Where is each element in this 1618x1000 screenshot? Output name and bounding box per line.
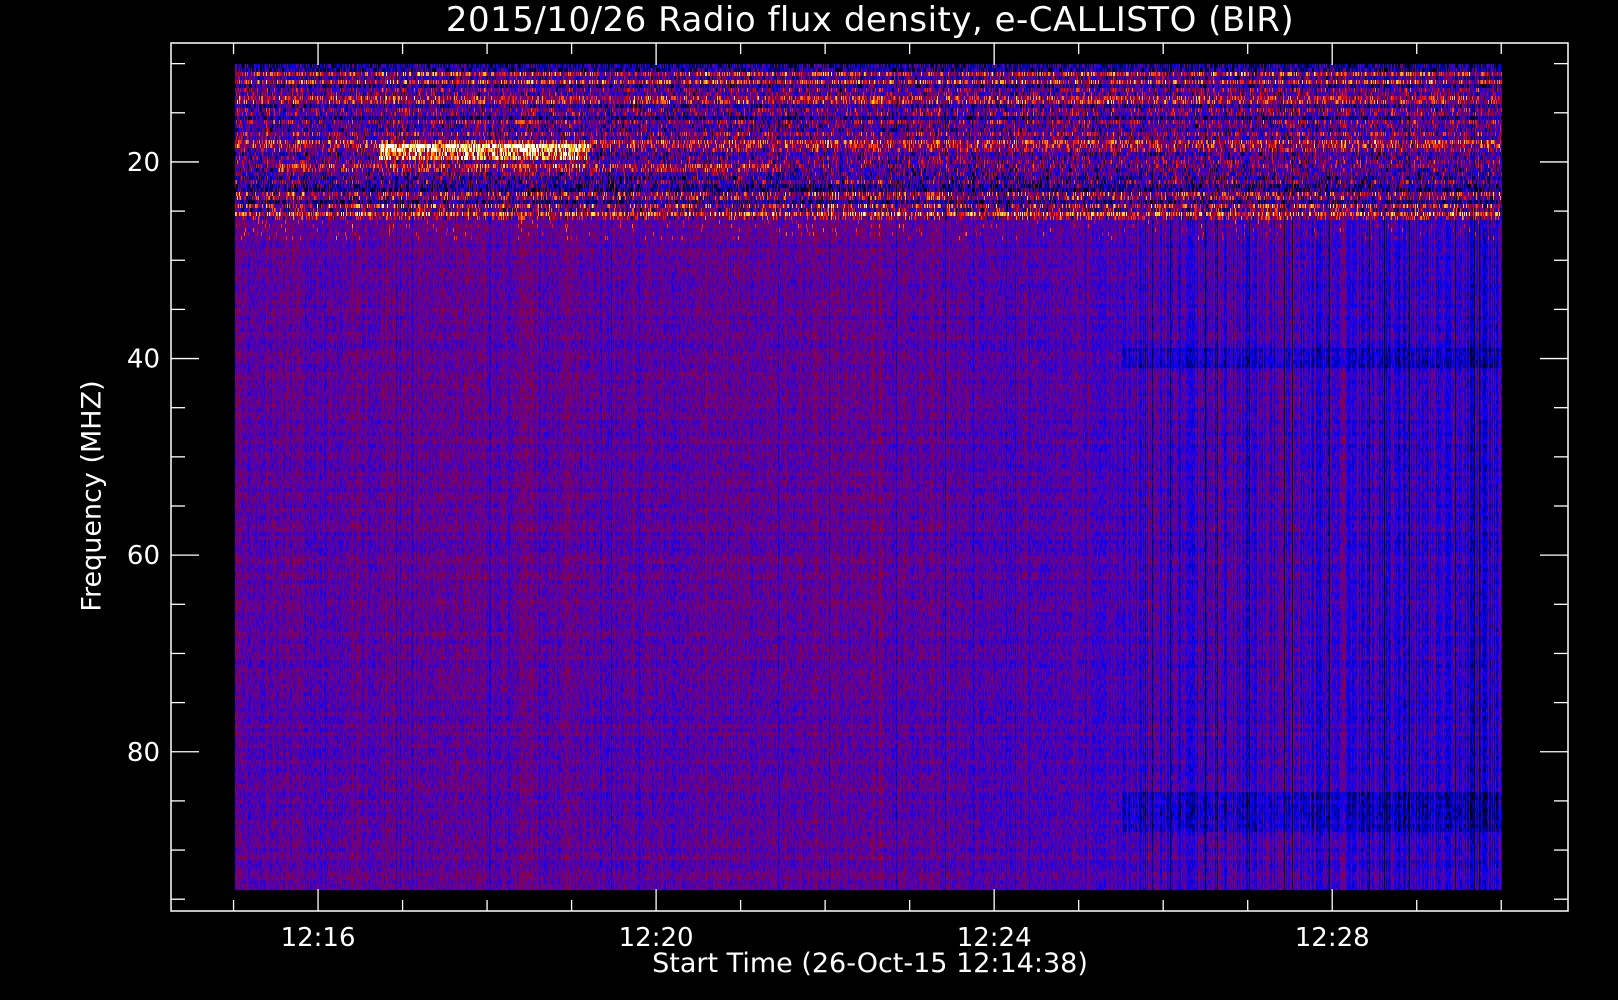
y-tick-label: 40: [127, 345, 160, 375]
y-axis-label: Frequency (MHZ): [76, 380, 108, 612]
x-axis-label: Start Time (26-Oct-15 12:14:38): [652, 948, 1088, 979]
y-tick-label: 80: [127, 738, 160, 768]
y-tick-label: 60: [127, 541, 160, 571]
plot-frame: [170, 42, 1569, 912]
plot-axes: 12:16 12:20 12:24 12:2820406080: [127, 42, 1569, 953]
y-tick-label: 20: [127, 148, 160, 178]
